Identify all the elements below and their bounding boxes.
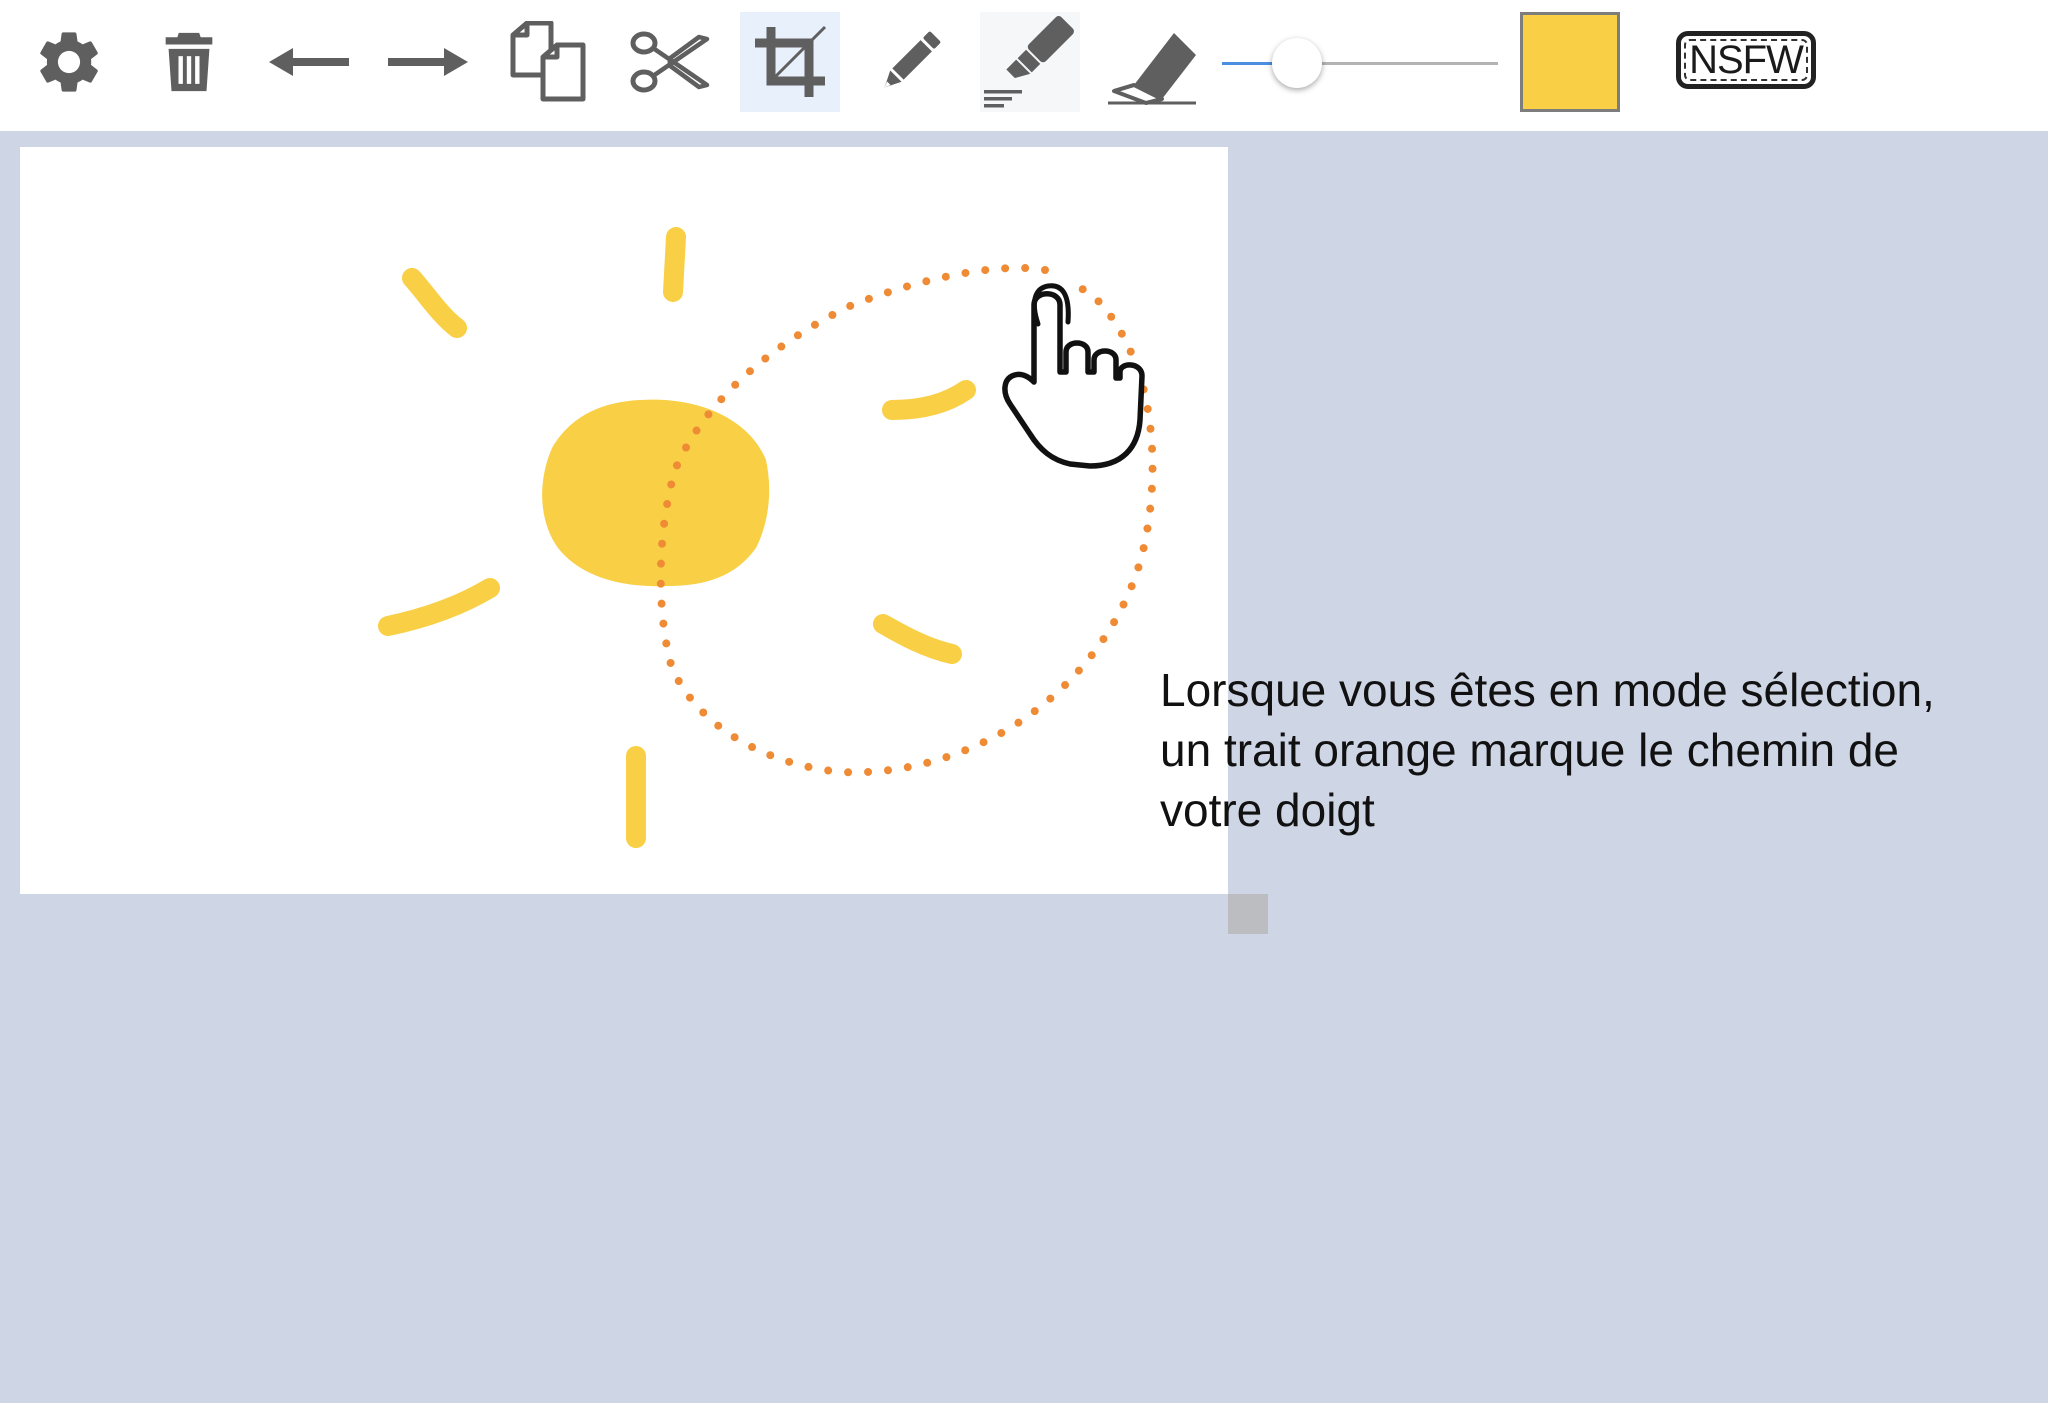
gear-icon: [40, 32, 98, 92]
copy-icon: [510, 21, 586, 102]
arrow-left-icon: [269, 48, 349, 76]
crop-icon: [755, 25, 827, 97]
undo-button[interactable]: [260, 12, 360, 112]
trash-icon: [165, 32, 213, 92]
tutorial-caption: Lorsque vous êtes en mode sélection, un …: [1160, 664, 1935, 836]
scissors-icon: [630, 31, 710, 93]
redo-button[interactable]: [377, 12, 477, 112]
cut-button[interactable]: [620, 12, 720, 112]
nsfw-label: NSFW: [1689, 38, 1804, 82]
canvas-resize-handle[interactable]: [1228, 894, 1268, 934]
arrow-right-icon: [388, 48, 468, 76]
color-picker-swatch[interactable]: [1520, 12, 1620, 112]
brush-size-slider[interactable]: [1222, 38, 1498, 88]
pencil-button[interactable]: [860, 12, 960, 112]
marker-button[interactable]: [980, 12, 1080, 112]
delete-button[interactable]: [139, 12, 239, 112]
nsfw-toggle-button[interactable]: NSFW: [1676, 31, 1816, 89]
settings-button[interactable]: [19, 12, 119, 112]
select-crop-button[interactable]: [740, 12, 840, 112]
toolbar: NSFW: [0, 0, 2048, 131]
eraser-icon: [1108, 33, 1196, 105]
slider-thumb[interactable]: [1271, 38, 1322, 88]
marker-icon: [984, 16, 1074, 108]
drawing-canvas[interactable]: [20, 147, 1228, 894]
pencil-icon: [884, 31, 941, 88]
eraser-button[interactable]: [1100, 12, 1200, 112]
copy-button[interactable]: [498, 12, 598, 112]
